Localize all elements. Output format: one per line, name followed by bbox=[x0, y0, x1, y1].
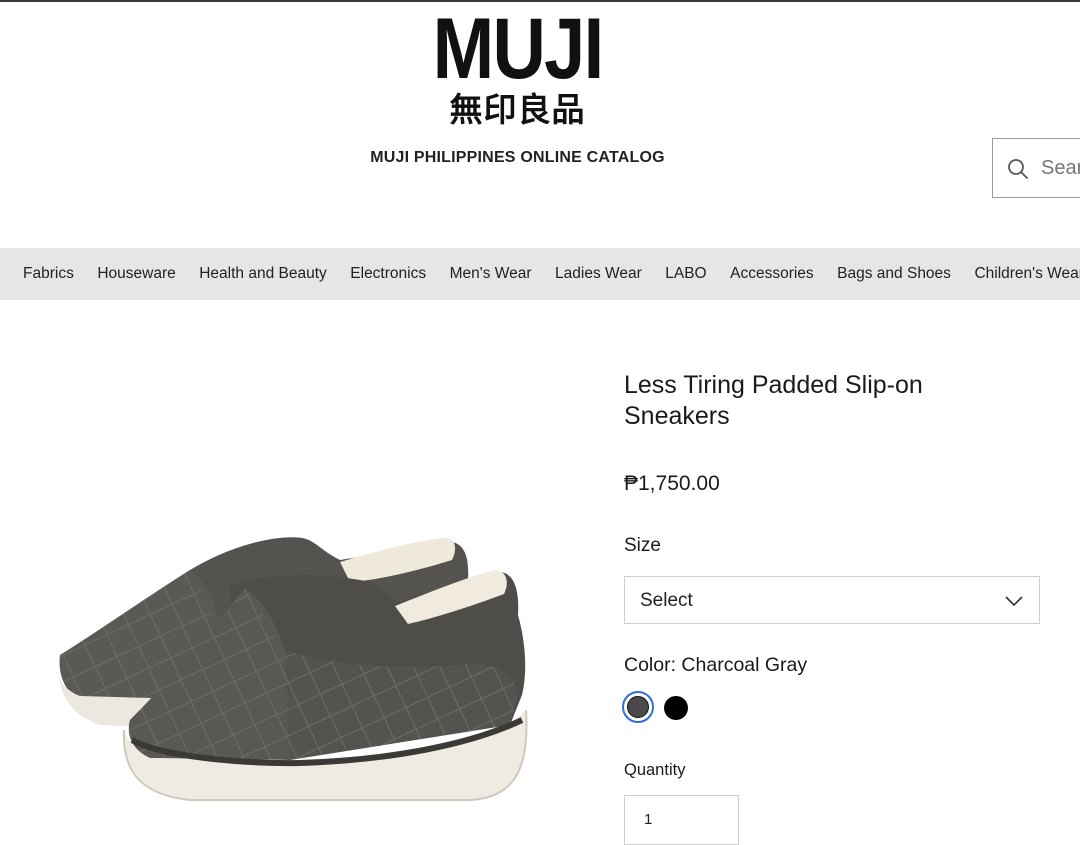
logo-wordmark: MUJI bbox=[432, 1, 605, 97]
nav-item-accessories[interactable]: Accessories bbox=[730, 265, 814, 283]
muji-logo[interactable]: MUJI 無印良品 bbox=[405, 1, 630, 130]
product-price: ₱1,750.00 bbox=[624, 472, 720, 495]
sneakers-illustration bbox=[58, 537, 528, 801]
product-title: Less Tiring Padded Slip-on Sneakers bbox=[624, 371, 923, 430]
swatch-black[interactable] bbox=[664, 696, 688, 720]
quantity-label: Quantity bbox=[624, 761, 686, 779]
chevron-down-icon bbox=[1005, 596, 1023, 607]
size-label: Size bbox=[624, 535, 661, 556]
nav-item-electronics[interactable]: Electronics bbox=[350, 265, 426, 283]
size-select[interactable]: Select bbox=[624, 576, 1040, 624]
nav-item-ladies-wear[interactable]: Ladies Wear bbox=[555, 265, 642, 283]
catalog-title: MUJI PHILIPPINES ONLINE CATALOG bbox=[370, 149, 665, 166]
search-input[interactable] bbox=[1041, 139, 1080, 197]
quantity-value: 1 bbox=[644, 811, 653, 828]
color-label: Color: Charcoal Gray bbox=[624, 654, 808, 676]
search-icon bbox=[1008, 159, 1028, 179]
search-box[interactable] bbox=[992, 138, 1080, 198]
swatch-charcoal-gray[interactable] bbox=[622, 691, 654, 723]
nav-item-mens-wear[interactable]: Men's Wear bbox=[450, 265, 532, 283]
category-nav: Fabrics Houseware Health and Beauty Elec… bbox=[0, 248, 1080, 300]
quantity-input[interactable]: 1 bbox=[624, 795, 739, 845]
nav-item-fabrics[interactable]: Fabrics bbox=[23, 265, 74, 283]
nav-item-health-and-beauty[interactable]: Health and Beauty bbox=[199, 265, 327, 283]
swatch-charcoal-gray-dot bbox=[627, 696, 649, 718]
size-select-value: Select bbox=[640, 590, 693, 611]
product-image[interactable] bbox=[40, 520, 540, 820]
nav-item-bags-and-shoes[interactable]: Bags and Shoes bbox=[837, 265, 951, 283]
nav-item-labo[interactable]: LABO bbox=[665, 265, 706, 283]
nav-item-childrens-wear[interactable]: Children's Wear bbox=[974, 265, 1080, 283]
nav-item-houseware[interactable]: Houseware bbox=[97, 265, 175, 283]
